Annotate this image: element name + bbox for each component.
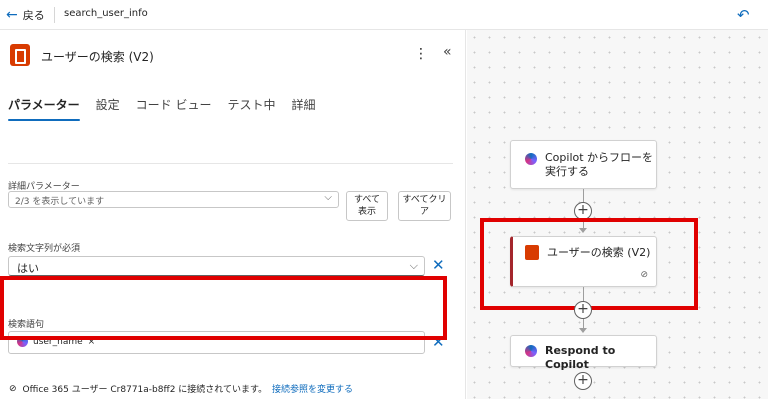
connection-info: ⊘ Office 365 ユーザー Cr8771a-b8ff2 に接続されていま… (9, 382, 268, 396)
top-bar: ← 戻る search_user_info ↶ (0, 0, 768, 30)
action-details-panel: ユーザーの検索 (V2) ⋮ « パラメーター 設定 コード ビュー テスト中 … (0, 30, 466, 399)
arrow-left-icon: ← (6, 7, 18, 23)
undo-icon[interactable]: ↶ (737, 6, 750, 24)
divider (54, 7, 55, 23)
back-label: 戻る (22, 9, 45, 22)
add-step-button[interactable]: + (574, 301, 592, 319)
connection-text: Office 365 ユーザー Cr8771a-b8ff2 に接続されています。 (22, 385, 268, 395)
respond-title: Respond to Copilot (545, 344, 616, 371)
tab-about[interactable]: 詳細 (292, 96, 316, 121)
show-all-line2: 表示 (357, 207, 376, 217)
add-step-button[interactable]: + (574, 372, 592, 390)
flow-name[interactable]: search_user_info (64, 8, 148, 19)
highlight-box (480, 218, 698, 310)
trigger-line2: 実行する (545, 165, 589, 178)
change-connection-link[interactable]: 接続参照を変更する (272, 382, 353, 395)
tab-testing[interactable]: テスト中 (227, 96, 275, 121)
arrow-down-icon (579, 328, 587, 333)
clear-all-line1: すべてクリ (402, 195, 447, 205)
link-icon: ⊘ (9, 383, 17, 394)
chevron-down-icon: ⌵ (409, 259, 418, 272)
remove-search-required-icon[interactable]: ✕ (432, 256, 445, 274)
clear-all-button[interactable]: すべてクリ ア (398, 191, 451, 221)
search-required-value: はい (17, 262, 39, 275)
trigger-title: Copilot からフローを 実行する (545, 151, 653, 179)
chevron-down-icon: ⌵ (324, 192, 332, 203)
highlight-box (0, 276, 447, 340)
more-options-icon[interactable]: ⋮ (414, 46, 428, 62)
collapse-panel-icon[interactable]: « (443, 44, 452, 60)
show-all-button[interactable]: すべて 表示 (346, 191, 388, 221)
trigger-card[interactable]: Copilot からフローを 実行する (510, 140, 657, 189)
search-required-label: 検索文字列が必須 (8, 244, 81, 254)
clear-all-line2: ア (419, 207, 429, 217)
back-button[interactable]: ← 戻る (6, 7, 45, 23)
search-required-dropdown[interactable]: はい ⌵ (8, 256, 425, 276)
tab-settings[interactable]: 設定 (96, 96, 120, 121)
section-divider (8, 163, 453, 164)
office-365-icon (10, 44, 30, 66)
copilot-icon (525, 345, 537, 357)
panel-title: ユーザーの検索 (V2) (41, 50, 154, 64)
tab-code-view[interactable]: コード ビュー (136, 96, 212, 121)
advanced-parameters-select[interactable]: 2/3 を表示しています ⌵ (8, 191, 339, 208)
advanced-parameters-value: 2/3 を表示しています (15, 197, 105, 207)
panel-tabs: パラメーター 設定 コード ビュー テスト中 詳細 (8, 96, 332, 121)
respond-card[interactable]: Respond to Copilot (510, 335, 657, 371)
tab-parameters[interactable]: パラメーター (8, 96, 80, 121)
flow-canvas[interactable]: Copilot からフローを 実行する + ユーザーの検索 (V2) ⊘ + R… (467, 30, 768, 399)
trigger-line1: Copilot からフローを (545, 151, 654, 164)
show-all-line1: すべて (353, 195, 380, 205)
copilot-icon (525, 153, 537, 165)
